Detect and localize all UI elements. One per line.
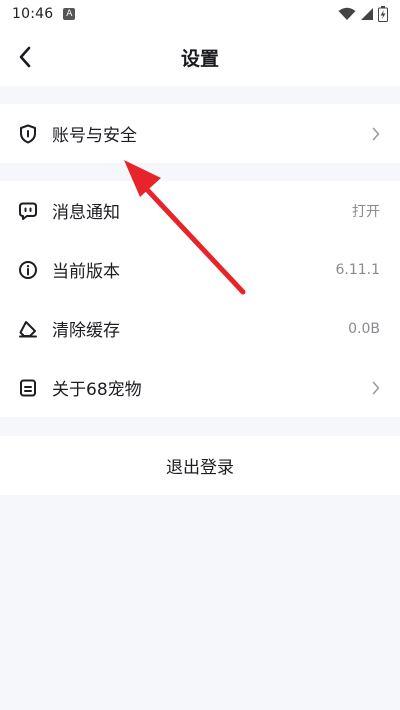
notification-app-icon: A xyxy=(63,8,76,20)
row-label: 消息通知 xyxy=(52,203,120,223)
info-icon xyxy=(18,260,38,280)
battery-charging-icon xyxy=(378,6,388,22)
row-account-security[interactable]: 账号与安全 xyxy=(0,104,400,163)
shield-icon xyxy=(18,124,38,144)
document-icon xyxy=(18,378,38,398)
row-label: 关于68宠物 xyxy=(52,380,142,400)
row-value: 6.11.1 xyxy=(335,261,380,278)
row-label: 账号与安全 xyxy=(52,126,137,146)
wifi-icon xyxy=(338,7,356,20)
row-clear-cache[interactable]: 清除缓存 0.0B xyxy=(0,299,400,358)
status-bar: 10:46 A xyxy=(0,0,400,28)
row-message-notification[interactable]: 消息通知 打开 xyxy=(0,181,400,240)
settings-screen: 10:46 A 设置 账号与安全 消息通知 打开 当前版本 6.11.1 清除缓… xyxy=(0,0,400,710)
row-value: 0.0B xyxy=(348,320,380,337)
back-button[interactable] xyxy=(10,42,40,72)
row-about[interactable]: 关于68宠物 xyxy=(0,358,400,417)
logout-button[interactable]: 退出登录 xyxy=(0,436,400,495)
signal-icon xyxy=(361,8,373,20)
row-label: 当前版本 xyxy=(52,262,120,282)
chevron-right-icon xyxy=(372,381,380,395)
account-group: 账号与安全 xyxy=(0,104,400,163)
status-icons xyxy=(338,6,388,22)
chevron-left-icon xyxy=(19,46,31,68)
page-title: 设置 xyxy=(180,47,219,70)
status-time: 10:46 xyxy=(12,6,54,22)
row-value: 打开 xyxy=(352,203,380,220)
settings-group: 消息通知 打开 当前版本 6.11.1 清除缓存 0.0B 关于68宠物 xyxy=(0,181,400,417)
row-label: 清除缓存 xyxy=(52,321,120,341)
chevron-right-icon xyxy=(372,127,380,141)
row-current-version[interactable]: 当前版本 6.11.1 xyxy=(0,240,400,299)
message-bubble-icon xyxy=(18,201,38,221)
app-header: 设置 xyxy=(0,28,400,86)
eraser-icon xyxy=(18,319,38,339)
logout-label: 退出登录 xyxy=(166,458,234,478)
